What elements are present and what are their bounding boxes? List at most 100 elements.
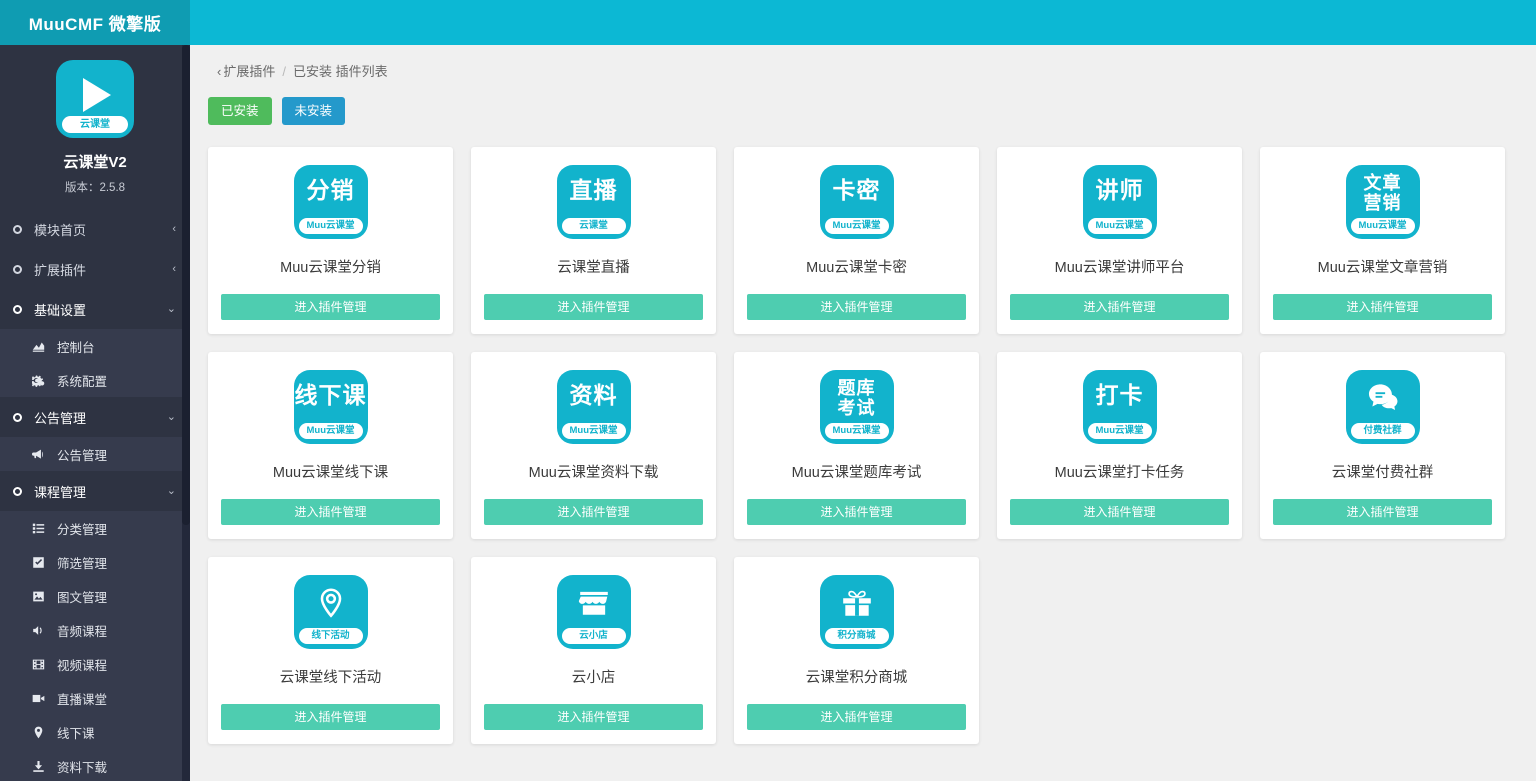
- brand-block[interactable]: MuuCMF 微擎版: [0, 0, 190, 45]
- enter-plugin-management-button[interactable]: 进入插件管理: [747, 294, 966, 320]
- plugin-tile-icon: 直播云课堂: [557, 165, 631, 239]
- plugin-card[interactable]: 卡密Muu云课堂Muu云课堂卡密进入插件管理: [734, 147, 979, 334]
- sidebar-nav: 模块首页‹扩展插件‹基础设置⌄控制台系统配置公告管理⌄公告管理课程管理⌄分类管理…: [0, 209, 190, 781]
- breadcrumb-back-icon[interactable]: ‹: [217, 64, 221, 79]
- plugin-card[interactable]: 云小店云小店进入插件管理: [471, 557, 716, 744]
- sidebar-group-2[interactable]: 基础设置⌄: [0, 289, 190, 329]
- film-icon: [32, 658, 50, 671]
- sidebar-item-4-6[interactable]: 线下课: [0, 715, 190, 749]
- plugin-title: Muu云课堂文章营销: [1273, 256, 1492, 277]
- plugin-card[interactable]: 付费社群云课堂付费社群进入插件管理: [1260, 352, 1505, 539]
- sidebar-group-0[interactable]: 模块首页‹: [0, 209, 190, 249]
- circle-icon: [13, 487, 22, 496]
- plugin-tile-icon: 文章营销Muu云课堂: [1346, 165, 1420, 239]
- plugin-title: Muu云课堂讲师平台: [1010, 256, 1229, 277]
- sidebar-item-label: 图文管理: [57, 587, 107, 606]
- sidebar-item-4-1[interactable]: 筛选管理: [0, 545, 190, 579]
- app-version: 版本：2.5.8: [0, 179, 190, 195]
- plugin-card[interactable]: 资料Muu云课堂Muu云课堂资料下载进入插件管理: [471, 352, 716, 539]
- sidebar-item-label: 资料下载: [57, 757, 107, 776]
- enter-plugin-management-button[interactable]: 进入插件管理: [221, 499, 440, 525]
- enter-plugin-management-button[interactable]: 进入插件管理: [1273, 499, 1492, 525]
- sidebar-group-label: 公告管理: [34, 408, 167, 427]
- enter-plugin-management-button[interactable]: 进入插件管理: [484, 499, 703, 525]
- enter-plugin-management-button[interactable]: 进入插件管理: [1273, 294, 1492, 320]
- plugin-title: 云课堂付费社群: [1273, 461, 1492, 482]
- chevron-icon: ⌄: [167, 486, 176, 497]
- tile-band-label: Muu云课堂: [299, 218, 363, 234]
- enter-plugin-management-button[interactable]: 进入插件管理: [1010, 499, 1229, 525]
- plugin-tile-icon: 讲师Muu云课堂: [1083, 165, 1157, 239]
- plugin-title: Muu云课堂资料下载: [484, 461, 703, 482]
- tile-band-label: Muu云课堂: [299, 423, 363, 439]
- plugin-card[interactable]: 分销Muu云课堂Muu云课堂分销进入插件管理: [208, 147, 453, 334]
- plugin-tile-icon: 线下活动: [294, 575, 368, 649]
- enter-plugin-management-button[interactable]: 进入插件管理: [221, 704, 440, 730]
- sidebar-group-3[interactable]: 公告管理⌄: [0, 397, 190, 437]
- download-icon: [32, 760, 50, 773]
- list-icon: [32, 522, 50, 535]
- tile-band-label: 云课堂: [562, 218, 626, 234]
- checkbox-icon: [32, 556, 50, 569]
- sidebar-item-2-1[interactable]: 系统配置: [0, 363, 190, 397]
- sidebar-item-2-0[interactable]: 控制台: [0, 329, 190, 363]
- plugin-card[interactable]: 直播云课堂云课堂直播进入插件管理: [471, 147, 716, 334]
- tile-text: 直播: [557, 179, 631, 202]
- plugin-title: 云课堂线下活动: [221, 666, 440, 687]
- plugin-card[interactable]: 讲师Muu云课堂 Muu云课堂讲师平台进入插件管理: [997, 147, 1242, 334]
- plugin-tile-icon: 云小店: [557, 575, 631, 649]
- app-name: 云课堂V2: [0, 151, 190, 172]
- tab-1[interactable]: 未安装: [282, 97, 346, 125]
- plugin-tile-icon: 积分商城: [820, 575, 894, 649]
- plugin-title: 云课堂积分商城: [747, 666, 966, 687]
- plugin-title: Muu云课堂线下课: [221, 461, 440, 482]
- enter-plugin-management-button[interactable]: 进入插件管理: [484, 294, 703, 320]
- chevron-icon: ⌄: [167, 412, 176, 423]
- sidebar-scrollbar[interactable]: [182, 45, 190, 781]
- app-logo-band-label: 云课堂: [62, 116, 128, 133]
- tile-text: 文章营销: [1346, 173, 1420, 213]
- sidebar-item-4-0[interactable]: 分类管理: [0, 511, 190, 545]
- sidebar-item-4-4[interactable]: 视频课程: [0, 647, 190, 681]
- plugin-tile-icon: 线下课Muu云课堂: [294, 370, 368, 444]
- sidebar-logo-area: 云课堂 云课堂V2 版本：2.5.8: [0, 45, 190, 209]
- breadcrumb-parent[interactable]: 扩展插件: [223, 64, 275, 79]
- sidebar-item-4-7[interactable]: 资料下载: [0, 749, 190, 781]
- header-empty-area: [190, 0, 1536, 45]
- sidebar-scrollbar-thumb[interactable]: [182, 45, 190, 525]
- plugin-title: Muu云课堂题库考试: [747, 461, 966, 482]
- plugin-tile-icon: 付费社群: [1346, 370, 1420, 444]
- tile-text: 讲师: [1083, 179, 1157, 202]
- plugin-card[interactable]: 线下活动云课堂线下活动进入插件管理: [208, 557, 453, 744]
- circle-icon: [13, 413, 22, 422]
- sidebar-item-4-2[interactable]: 图文管理: [0, 579, 190, 613]
- plugin-title: 云小店: [484, 666, 703, 687]
- tile-text: 资料: [557, 384, 631, 407]
- gift-icon: [820, 584, 894, 622]
- plugin-card[interactable]: 题库考试Muu云课堂Muu云课堂题库考试进入插件管理: [734, 352, 979, 539]
- tab-0[interactable]: 已安装: [208, 97, 272, 125]
- sidebar-group-4[interactable]: 课程管理⌄: [0, 471, 190, 511]
- breadcrumb-current: 已安装 插件列表: [293, 64, 388, 79]
- plugin-tile-icon: 卡密Muu云课堂: [820, 165, 894, 239]
- plugin-card[interactable]: 文章营销Muu云课堂 Muu云课堂文章营销进入插件管理: [1260, 147, 1505, 334]
- sidebar-group-1[interactable]: 扩展插件‹: [0, 249, 190, 289]
- sidebar-item-label: 系统配置: [57, 371, 107, 390]
- sidebar-item-4-5[interactable]: 直播课堂: [0, 681, 190, 715]
- sidebar-group-label: 基础设置: [34, 300, 167, 319]
- sidebar-item-4-3[interactable]: 音频课程: [0, 613, 190, 647]
- plugin-card[interactable]: 线下课Muu云课堂 Muu云课堂线下课进入插件管理: [208, 352, 453, 539]
- plugin-card[interactable]: 打卡Muu云课堂Muu云课堂打卡任务进入插件管理: [997, 352, 1242, 539]
- enter-plugin-management-button[interactable]: 进入插件管理: [1010, 294, 1229, 320]
- sidebar-item-3-0[interactable]: 公告管理: [0, 437, 190, 471]
- enter-plugin-management-button[interactable]: 进入插件管理: [221, 294, 440, 320]
- tile-text: 卡密: [820, 179, 894, 202]
- plugin-card[interactable]: 积分商城云课堂积分商城进入插件管理: [734, 557, 979, 744]
- enter-plugin-management-button[interactable]: 进入插件管理: [747, 704, 966, 730]
- volume-icon: [32, 624, 50, 637]
- gears-icon: [32, 374, 50, 387]
- sidebar-item-label: 视频课程: [57, 655, 107, 674]
- chevron-icon: ‹: [172, 264, 176, 275]
- enter-plugin-management-button[interactable]: 进入插件管理: [484, 704, 703, 730]
- enter-plugin-management-button[interactable]: 进入插件管理: [747, 499, 966, 525]
